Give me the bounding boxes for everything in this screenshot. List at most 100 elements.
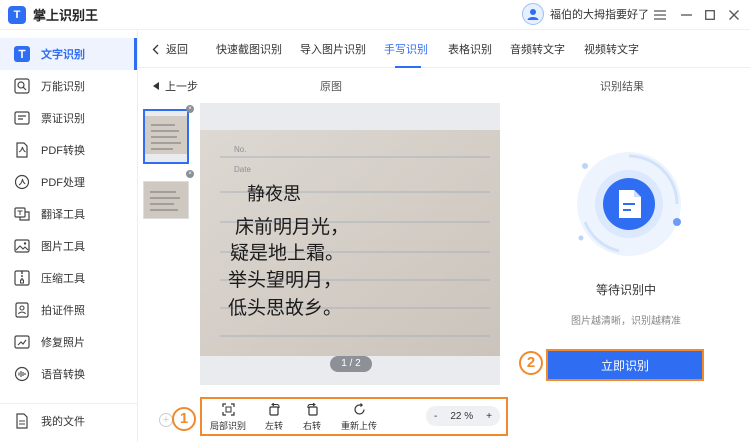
sidebar-item-pdf-convert[interactable]: PDF转换	[0, 134, 137, 166]
image-toolbar: 局部识别 左转 右转 重新上传 - 22 % +	[200, 397, 508, 436]
annotation-badge-1: 1	[172, 407, 196, 431]
sidebar-item-label: PDF转换	[41, 145, 85, 157]
sidebar-item-label: 语音转换	[41, 369, 85, 381]
voice-convert-icon	[13, 365, 31, 383]
reupload-label: 重新上传	[341, 421, 378, 431]
original-image-title: 原图	[320, 81, 342, 93]
sidebar-item-text-recognition[interactable]: 文字识别	[0, 38, 137, 70]
result-title: 识别结果	[600, 81, 644, 93]
image-tool-icon	[13, 237, 31, 255]
sidebar-item-label: 我的文件	[41, 416, 85, 428]
waiting-document-icon	[575, 150, 683, 258]
back-button[interactable]: 返回	[152, 41, 188, 57]
image-preview: No. Date 静夜思 床前明月光， 疑是地上霜。 举头望明月， 低头思故乡。	[200, 103, 500, 385]
tab-quick-screenshot[interactable]: 快速截图识别	[216, 41, 282, 57]
photo-header-no: No.	[234, 145, 247, 154]
chevron-left-icon	[152, 44, 159, 55]
active-tab-indicator	[395, 66, 421, 68]
add-image-icon[interactable]: +	[159, 413, 173, 427]
id-photo-icon	[13, 301, 31, 319]
rotate-right-button[interactable]: 右转	[303, 402, 321, 432]
sidebar-item-label: PDF处理	[41, 177, 85, 189]
sidebar-item-label: 拍证件照	[41, 305, 85, 317]
recognition-status: 等待识别中	[595, 283, 656, 297]
crop-select-icon	[221, 402, 235, 416]
sidebar-item-universal[interactable]: 万能识别	[0, 70, 137, 102]
sidebar-item-pdf-process[interactable]: PDF处理	[0, 166, 137, 198]
prev-step-button[interactable]: 上一步	[153, 78, 198, 94]
sidebar-item-label: 文字识别	[41, 49, 85, 61]
sidebar-item-label: 压缩工具	[41, 273, 85, 285]
avatar[interactable]	[522, 3, 544, 25]
sidebar-item-compress[interactable]: 压缩工具	[0, 262, 137, 294]
rotate-right-icon	[305, 402, 319, 416]
maximize-icon[interactable]	[700, 5, 720, 25]
app-logo: T	[8, 5, 26, 24]
sidebar-item-my-files[interactable]: 我的文件	[0, 405, 137, 437]
reupload-button[interactable]: 重新上传	[341, 402, 377, 432]
photo-header-date: Date	[234, 165, 251, 174]
text-recognition-icon	[13, 45, 31, 63]
prev-step-label: 上一步	[165, 81, 198, 93]
rotate-left-button[interactable]: 左转	[265, 402, 283, 432]
handwriting-photo: No. Date 静夜思 床前明月光， 疑是地上霜。 举头望明月， 低头思故乡。	[200, 130, 500, 356]
thumbnail-remove-icon[interactable]: ×	[186, 170, 194, 178]
menu-icon[interactable]	[650, 5, 670, 25]
rotate-left-label: 左转	[265, 421, 284, 431]
tab-handwriting[interactable]: 手写识别	[384, 41, 428, 57]
local-recognition-label: 局部识别	[210, 421, 247, 431]
tab-video-to-text[interactable]: 视频转文字	[584, 41, 639, 57]
app-title: 掌上识别王	[33, 8, 99, 23]
tab-audio-to-text[interactable]: 音频转文字	[510, 41, 565, 57]
ticket-icon	[13, 109, 31, 127]
rotate-right-label: 右转	[303, 421, 322, 431]
tab-import-image[interactable]: 导入图片识别	[300, 41, 366, 57]
minimize-icon[interactable]	[676, 5, 696, 25]
thumbnail-remove-icon[interactable]: ×	[186, 105, 194, 113]
photo-handwriting-line: 静夜思	[247, 184, 301, 205]
sidebar-item-voice-convert[interactable]: 语音转换	[0, 358, 137, 390]
local-recognition-button[interactable]: 局部识别	[210, 402, 246, 432]
sidebar-item-label: 图片工具	[41, 241, 85, 253]
photo-handwriting-line: 床前明月光，	[235, 216, 350, 238]
sidebar-item-ticket[interactable]: 票证识别	[0, 102, 137, 134]
photo-handwriting-line: 疑是地上霜。	[230, 242, 345, 264]
back-label: 返回	[166, 44, 188, 56]
sidebar-divider	[0, 403, 137, 404]
thumbnail-2[interactable]	[143, 181, 189, 219]
sidebar-item-image-tool[interactable]: 图片工具	[0, 230, 137, 262]
title-bar: T 掌上识别王 福伯的大拇指要好了	[0, 0, 750, 30]
thumbnail-1[interactable]	[143, 109, 189, 164]
photo-handwriting-line: 低头思故乡。	[228, 297, 343, 319]
pdf-process-icon	[13, 173, 31, 191]
sidebar-item-id-photo[interactable]: 拍证件照	[0, 294, 137, 326]
recognize-now-button[interactable]: 立即识别	[546, 349, 704, 381]
recognition-hint: 图片越清晰，识别越精准	[571, 316, 681, 327]
pdf-convert-icon	[13, 141, 31, 159]
refresh-icon	[352, 402, 366, 416]
sidebar-item-label: 修复照片	[41, 337, 85, 349]
triangle-left-icon	[153, 82, 159, 90]
universal-scan-icon	[13, 77, 31, 95]
rotate-left-icon	[267, 402, 281, 416]
photo-handwriting-line: 举头望明月，	[228, 269, 343, 291]
sidebar-item-label: 翻译工具	[41, 209, 85, 221]
zoom-control: - 22 % +	[426, 406, 500, 426]
sidebar-item-photo-repair[interactable]: 修复照片	[0, 326, 137, 358]
tab-bar: 返回 快速截图识别 导入图片识别 手写识别 表格识别 音频转文字 视频转文字	[138, 30, 750, 68]
tab-table[interactable]: 表格识别	[448, 41, 492, 57]
page-indicator: 1 / 2	[330, 356, 372, 372]
translate-icon	[13, 205, 31, 223]
user-profile[interactable]: 福伯的大拇指要好了	[522, 3, 649, 25]
sidebar-item-translate[interactable]: 翻译工具	[0, 198, 137, 230]
username[interactable]: 福伯的大拇指要好了	[550, 6, 649, 22]
zoom-in-button[interactable]: +	[486, 411, 492, 422]
sidebar: 文字识别 万能识别 票证识别 PDF转换 PDF处理 翻译工具 图片工具 压缩工…	[0, 30, 138, 442]
file-icon	[13, 412, 31, 430]
close-icon[interactable]	[724, 5, 744, 25]
zoom-out-button[interactable]: -	[434, 411, 437, 422]
photo-repair-icon	[13, 333, 31, 351]
annotation-badge-2: 2	[519, 351, 543, 375]
sidebar-item-label: 票证识别	[41, 113, 85, 125]
sidebar-item-label: 万能识别	[41, 81, 85, 93]
